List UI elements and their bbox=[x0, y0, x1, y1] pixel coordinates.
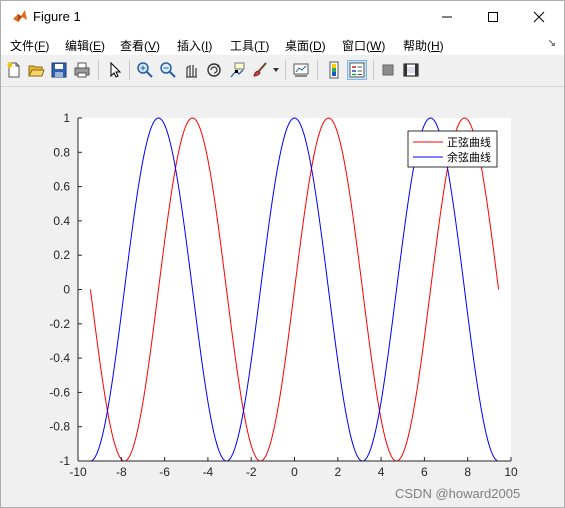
menu-file[interactable]: 文件(F) bbox=[10, 37, 49, 54]
new-figure-icon[interactable] bbox=[5, 61, 23, 79]
close-button[interactable] bbox=[516, 1, 562, 33]
menu-view[interactable]: 查看(V) bbox=[120, 37, 160, 54]
y-tick-label: 0.6 bbox=[53, 180, 70, 194]
y-tick-label: -0.8 bbox=[49, 420, 70, 434]
x-tick-label: -2 bbox=[246, 465, 257, 479]
y-tick-label: 0 bbox=[63, 283, 70, 297]
minimize-button[interactable] bbox=[424, 1, 470, 33]
legend-entry-cosine-label: 余弦曲线 bbox=[447, 150, 491, 164]
show-plot-tools-icon[interactable] bbox=[402, 61, 420, 79]
window-title: Figure 1 bbox=[33, 9, 81, 24]
figure-canvas: -10 -8 -6 -4 -2 0 2 4 6 8 10 -1 -0.8 -0.6 -0.4 -0.2 0 0.2… bbox=[2, 87, 563, 507]
rotate-3d-icon[interactable] bbox=[205, 61, 223, 79]
menu-help[interactable]: 帮助(H) bbox=[403, 37, 444, 54]
toolbar-separator bbox=[129, 60, 130, 80]
x-tick-label: -8 bbox=[116, 465, 127, 479]
link-plot-icon[interactable] bbox=[292, 61, 310, 79]
sine-cosine-plot[interactable]: -10 -8 -6 -4 -2 0 2 4 6 8 10 -1 -0.8 -0.6 -0.4 -0.2 0 0.2… bbox=[2, 87, 563, 507]
x-tick-label: 6 bbox=[421, 465, 428, 479]
y-tick-label: 0.4 bbox=[53, 214, 70, 228]
save-icon[interactable] bbox=[50, 61, 68, 79]
watermark-text: CSDN @howard2005 bbox=[395, 486, 521, 501]
y-tick-label: -0.6 bbox=[49, 385, 70, 399]
brush-dropdown-chevron-icon[interactable] bbox=[273, 68, 279, 72]
hide-plot-tools-icon[interactable] bbox=[379, 61, 397, 79]
x-tick-label: 2 bbox=[334, 465, 341, 479]
x-tick-label: 4 bbox=[378, 465, 385, 479]
legend-entry-sine-label: 正弦曲线 bbox=[447, 135, 491, 149]
y-tick-label: 0.2 bbox=[53, 248, 70, 262]
x-tick-label: -6 bbox=[159, 465, 170, 479]
menu-insert[interactable]: 插入(I) bbox=[177, 37, 212, 54]
zoom-in-icon[interactable] bbox=[136, 61, 154, 79]
legend-box[interactable]: 正弦曲线 余弦曲线 bbox=[407, 130, 498, 168]
toolbar-separator bbox=[373, 60, 374, 80]
menu-window[interactable]: 窗口(W) bbox=[342, 37, 385, 54]
y-tick-label: -0.2 bbox=[49, 317, 70, 331]
colorbar-icon[interactable] bbox=[325, 61, 343, 79]
toolbar-separator bbox=[285, 60, 286, 80]
toolbar-separator bbox=[98, 60, 99, 80]
open-file-icon[interactable] bbox=[27, 61, 45, 79]
print-icon[interactable] bbox=[73, 61, 91, 79]
figure-toolbar bbox=[1, 55, 564, 87]
menu-overflow-arrow-icon[interactable]: ↘ bbox=[548, 38, 556, 49]
pointer-icon[interactable] bbox=[106, 61, 124, 79]
brush-icon[interactable] bbox=[251, 61, 269, 79]
x-tick-label: 8 bbox=[464, 465, 471, 479]
x-tick-label: 0 bbox=[291, 465, 298, 479]
y-tick-label: 1 bbox=[63, 111, 70, 125]
maximize-button[interactable] bbox=[470, 1, 516, 33]
data-cursor-icon[interactable] bbox=[228, 61, 246, 79]
menu-edit[interactable]: 编辑(E) bbox=[65, 37, 105, 54]
minimize-icon bbox=[442, 16, 452, 18]
menu-tools[interactable]: 工具(T) bbox=[230, 37, 269, 54]
y-tick-label: -0.4 bbox=[49, 351, 70, 365]
legend-icon[interactable] bbox=[347, 60, 367, 80]
y-tick-label: -1 bbox=[59, 454, 70, 468]
figure-window: Figure 1 文件(F) 编辑(E) 查看(V) 插入(I) 工具(T) 桌… bbox=[0, 0, 565, 508]
x-tick-label: -4 bbox=[203, 465, 214, 479]
maximize-icon bbox=[488, 12, 498, 22]
zoom-out-icon[interactable] bbox=[159, 61, 177, 79]
menu-desktop[interactable]: 桌面(D) bbox=[285, 37, 326, 54]
x-tick-label: 10 bbox=[504, 465, 518, 479]
x-tick-label: -10 bbox=[69, 465, 87, 479]
toolbar-separator bbox=[317, 60, 318, 80]
title-bar[interactable]: Figure 1 bbox=[1, 1, 564, 33]
y-tick-label: 0.8 bbox=[53, 145, 70, 159]
matlab-logo-icon bbox=[12, 8, 28, 24]
pan-icon[interactable] bbox=[182, 61, 200, 79]
menu-bar: 文件(F) 编辑(E) 查看(V) 插入(I) 工具(T) 桌面(D) 窗口(W… bbox=[1, 33, 564, 55]
close-icon bbox=[533, 11, 545, 23]
